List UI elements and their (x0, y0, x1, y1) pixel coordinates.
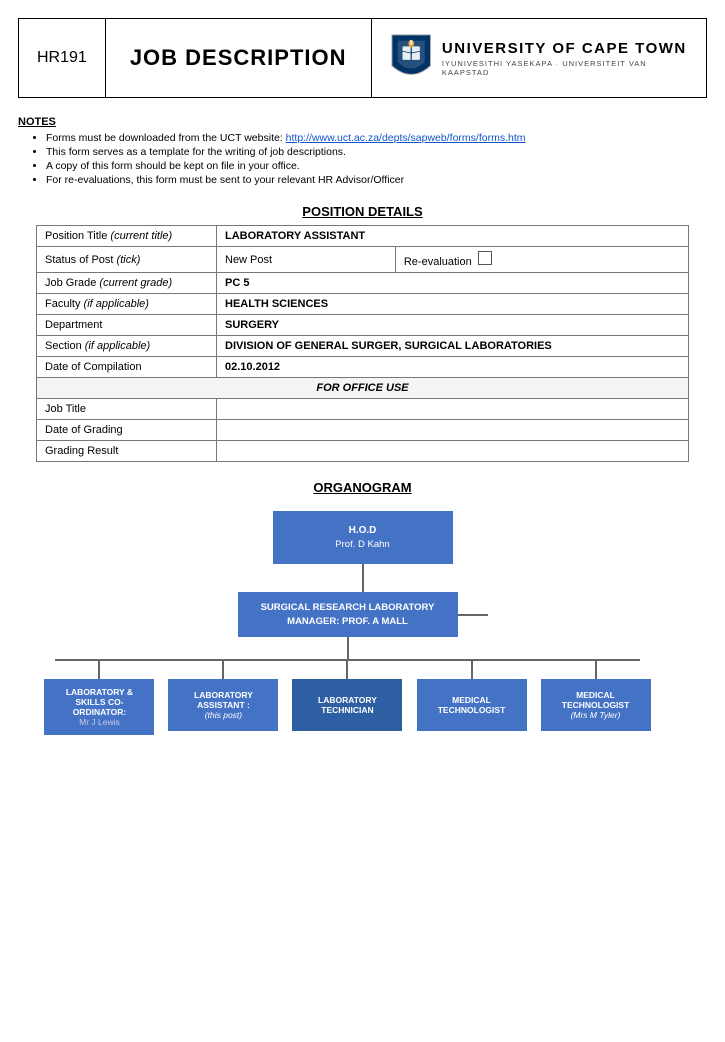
note-item-3: A copy of this form should be kept on fi… (46, 160, 707, 172)
uct-shield-icon (390, 32, 432, 84)
org-branch-med-tech-2: MEDICAL TECHNOLOGIST (Mrs M Tyler) (534, 661, 658, 735)
manager-side-connector (458, 614, 488, 616)
notes-title: NOTES (18, 116, 707, 128)
connector-branch-5 (595, 661, 597, 679)
hod-line2: Prof. D Kahn (287, 539, 439, 550)
header-logo: UNIVERSITY OF CAPE TOWN IYUNIVESITHI YAS… (372, 19, 706, 97)
header-code: HR191 (19, 19, 106, 97)
branch1-line3: ORDINATOR: (73, 707, 127, 717)
branch2-line2: ASSISTANT : (197, 700, 250, 710)
branch3-line1: LABORATORY (318, 695, 377, 705)
branch-boxes-row: LABORATORY & SKILLS CO- ORDINATOR: Mr J … (37, 661, 657, 735)
branch5-line3: (Mrs M Tyler) (571, 710, 621, 720)
connector-branch-4 (471, 661, 473, 679)
org-branch-lab-assistant: LABORATORY ASSISTANT : (this post) (161, 661, 285, 735)
label-job-title: Job Title (37, 399, 217, 420)
org-branch-lab-skills: LABORATORY & SKILLS CO- ORDINATOR: Mr J … (37, 661, 161, 735)
office-use-label: FOR OFFICE USE (37, 378, 689, 399)
value-position-title: LABORATORY ASSISTANT (217, 226, 689, 247)
table-row-status: Status of Post (tick) New Post Re-evalua… (37, 247, 689, 273)
branch5-line2: TECHNOLOGIST (562, 700, 630, 710)
table-row-office-use-header: FOR OFFICE USE (37, 378, 689, 399)
label-grading-result: Grading Result (37, 441, 217, 462)
branch1-line4: Mr J Lewis (79, 717, 120, 727)
label-date: Date of Compilation (37, 357, 217, 378)
position-details-title: POSITION DETAILS (18, 204, 707, 219)
branch3-line2: TECHNICIAN (321, 705, 373, 715)
connector-manager-branches (347, 637, 349, 659)
notes-section: NOTES Forms must be downloaded from the … (18, 116, 707, 186)
table-row-section: Section (if applicable) DIVISION OF GENE… (37, 336, 689, 357)
connector-branch-3 (346, 661, 348, 679)
header-title: JOB DESCRIPTION (106, 19, 372, 97)
org-box-lab-technician: LABORATORY TECHNICIAN (292, 679, 402, 731)
value-job-title (217, 399, 689, 420)
table-row-date: Date of Compilation 02.10.2012 (37, 357, 689, 378)
org-branch-lab-technician: LABORATORY TECHNICIAN (285, 661, 409, 735)
org-box-lab-assistant: LABORATORY ASSISTANT : (this post) (168, 679, 278, 731)
org-box-manager: SURGICAL RESEARCH LABORATORY MANAGER: PR… (238, 592, 458, 637)
table-row-grading-result: Grading Result (37, 441, 689, 462)
org-branch-med-tech-1: MEDICAL TECHNOLOGIST (410, 661, 534, 735)
connector-hod-manager (362, 564, 364, 592)
value-date-grading (217, 420, 689, 441)
branch1-line1: LABORATORY & (66, 687, 133, 697)
notes-list: Forms must be downloaded from the UCT we… (18, 132, 707, 186)
connector-branch-2 (222, 661, 224, 679)
manager-line2: MANAGER: PROF. A MALL (252, 616, 444, 627)
branch2-line1: LABORATORY (194, 690, 253, 700)
label-department: Department (37, 315, 217, 336)
note-item-1: Forms must be downloaded from the UCT we… (46, 132, 707, 144)
org-box-med-tech-2: MEDICAL TECHNOLOGIST (Mrs M Tyler) (541, 679, 651, 731)
organogram-title: ORGANOGRAM (18, 480, 707, 495)
organogram-section: ORGANOGRAM H.O.D Prof. D Kahn SURGICAL R… (18, 480, 707, 755)
table-row-faculty: Faculty (if applicable) HEALTH SCIENCES (37, 294, 689, 315)
value-faculty: HEALTH SCIENCES (217, 294, 689, 315)
table-row-position-title: Position Title (current title) LABORATOR… (37, 226, 689, 247)
hod-line1: H.O.D (287, 525, 439, 536)
uct-link[interactable]: http://www.uct.ac.za/depts/sapweb/forms/… (286, 132, 526, 144)
branch2-line3: (this post) (205, 710, 242, 720)
note-item-2: This form serves as a template for the w… (46, 146, 707, 158)
table-row-date-grading: Date of Grading (37, 420, 689, 441)
value-re-evaluation: Re-evaluation (395, 247, 688, 273)
note-item-4: For re-evaluations, this form must be se… (46, 174, 707, 186)
position-details-section: POSITION DETAILS Position Title (current… (18, 204, 707, 462)
uct-text: UNIVERSITY OF CAPE TOWN IYUNIVESITHI YAS… (442, 40, 688, 77)
value-job-grade: PC 5 (217, 273, 689, 294)
connector-branch-1 (98, 661, 100, 679)
re-eval-checkbox[interactable] (478, 251, 492, 265)
branch1-line2: SKILLS CO- (75, 697, 123, 707)
value-grading-result (217, 441, 689, 462)
org-chart: H.O.D Prof. D Kahn SURGICAL RESEARCH LAB… (18, 511, 707, 755)
table-row-job-title: Job Title (37, 399, 689, 420)
branch4-line2: TECHNOLOGIST (438, 705, 506, 715)
table-row-department: Department SURGERY (37, 315, 689, 336)
header: HR191 JOB DESCRIPTION UNIVERSITY OF CAPE… (18, 18, 707, 98)
value-date: 02.10.2012 (217, 357, 689, 378)
label-status: Status of Post (tick) (37, 247, 217, 273)
manager-line1: SURGICAL RESEARCH LABORATORY (252, 602, 444, 613)
label-section: Section (if applicable) (37, 336, 217, 357)
label-faculty: Faculty (if applicable) (37, 294, 217, 315)
label-date-grading: Date of Grading (37, 420, 217, 441)
org-box-med-tech-1: MEDICAL TECHNOLOGIST (417, 679, 527, 731)
value-section: DIVISION OF GENERAL SURGER, SURGICAL LAB… (217, 336, 689, 357)
value-new-post: New Post (217, 247, 396, 273)
branch4-line1: MEDICAL (452, 695, 491, 705)
org-box-lab-skills: LABORATORY & SKILLS CO- ORDINATOR: Mr J … (44, 679, 154, 735)
value-department: SURGERY (217, 315, 689, 336)
manager-row: SURGICAL RESEARCH LABORATORY MANAGER: PR… (238, 592, 488, 637)
position-details-table: Position Title (current title) LABORATOR… (36, 225, 689, 462)
label-position-title: Position Title (current title) (37, 226, 217, 247)
branch5-line1: MEDICAL (576, 690, 615, 700)
label-job-grade: Job Grade (current grade) (37, 273, 217, 294)
table-row-job-grade: Job Grade (current grade) PC 5 (37, 273, 689, 294)
branches-container: LABORATORY & SKILLS CO- ORDINATOR: Mr J … (18, 659, 707, 735)
org-box-hod: H.O.D Prof. D Kahn (273, 511, 453, 564)
